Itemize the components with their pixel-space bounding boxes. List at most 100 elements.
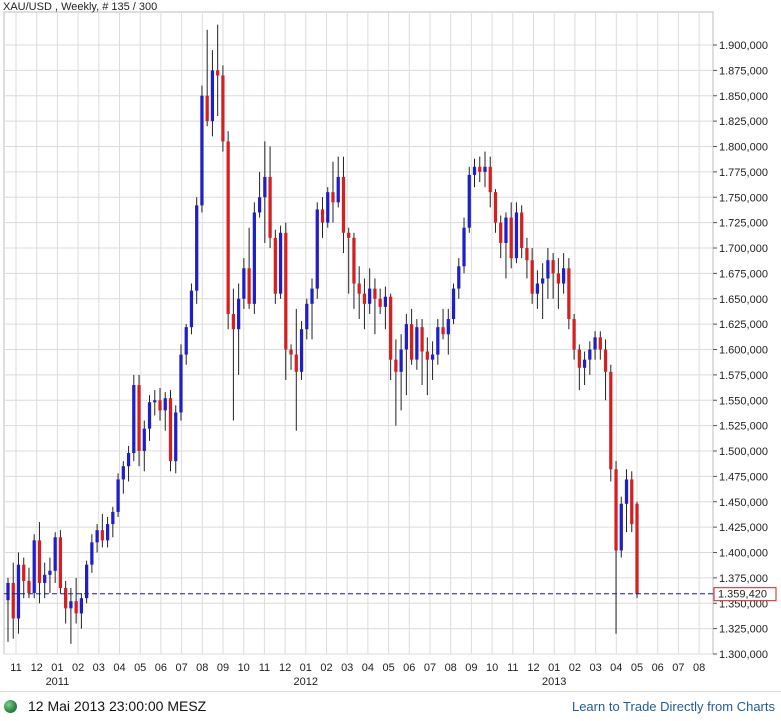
candle-body xyxy=(425,351,429,360)
plot-area xyxy=(3,11,714,655)
y-tick-label: 1.450,000 xyxy=(719,497,768,509)
y-tick-label: 1.800,000 xyxy=(719,142,768,154)
x-tick-label: 05 xyxy=(382,662,394,674)
x-tick-label: 07 xyxy=(672,662,684,674)
candle-body xyxy=(504,217,508,243)
candle-body xyxy=(535,283,540,294)
candle-body xyxy=(404,324,408,350)
candle-body xyxy=(378,298,382,307)
x-tick-label: 05 xyxy=(134,662,146,674)
candle-body xyxy=(441,327,445,335)
candle-body xyxy=(478,166,482,172)
candle-body xyxy=(362,293,367,304)
candle-body xyxy=(95,530,99,543)
candle-body xyxy=(467,174,471,228)
candle-body xyxy=(278,232,283,294)
x-tick-label: 11 xyxy=(507,662,518,674)
year-label: 2012 xyxy=(294,676,318,688)
candle-body xyxy=(635,503,639,594)
candle-body xyxy=(593,337,597,350)
candle-body xyxy=(603,349,608,372)
candle-body xyxy=(341,176,346,233)
candle-body xyxy=(556,273,560,284)
candle-body xyxy=(53,537,57,571)
candle-body xyxy=(210,70,215,122)
candle-body xyxy=(132,385,136,454)
x-tick-label: 01 xyxy=(300,662,312,674)
x-tick-label: 12 xyxy=(279,662,291,674)
x-axis: 11 12 01 02 03 04 05 06 07 08 09 10 11 12 01 02 03 04 05 06… xyxy=(10,662,705,688)
y-tick-label: 1.400,000 xyxy=(719,548,768,560)
price-chart[interactable]: XAU/USD , Weekly, # 135 / 300 1.300,000 1… xyxy=(0,0,781,691)
candle-body xyxy=(16,564,21,619)
x-tick-label: 11 xyxy=(10,662,21,674)
candle-body xyxy=(336,176,340,203)
candle-body xyxy=(588,349,592,360)
candle-body xyxy=(472,166,477,175)
candle-body xyxy=(582,359,587,368)
candle-body xyxy=(399,349,403,372)
candle-body xyxy=(257,197,262,213)
candle-body xyxy=(420,327,424,352)
x-tick-label: 04 xyxy=(113,662,125,674)
candle-body xyxy=(310,288,314,304)
candle-body xyxy=(226,141,230,314)
candle-body xyxy=(100,530,104,541)
candle-body xyxy=(331,192,335,203)
x-tick-label: 07 xyxy=(424,662,436,674)
candle-body xyxy=(90,542,94,565)
y-tick-label: 1.600,000 xyxy=(719,345,768,357)
candle-body xyxy=(315,209,319,289)
y-tick-label: 1.425,000 xyxy=(719,522,768,534)
candle-body xyxy=(567,268,571,320)
candle-body xyxy=(22,564,26,581)
candle-body xyxy=(58,537,63,589)
candle-body xyxy=(551,260,555,274)
x-tick-label: 09 xyxy=(465,662,477,674)
candle-body xyxy=(231,313,236,330)
x-tick-label: 01 xyxy=(51,662,63,674)
candle-body xyxy=(147,402,152,429)
candle-body xyxy=(415,327,419,360)
x-tick-label: 12 xyxy=(527,662,539,674)
candle-body xyxy=(168,398,173,462)
learn-to-trade-link[interactable]: Learn to Trade Directly from Charts xyxy=(572,699,775,714)
y-tick-label: 1.875,000 xyxy=(719,65,768,77)
candle-body xyxy=(446,319,450,335)
candle-body xyxy=(572,319,576,350)
candle-body xyxy=(462,227,466,267)
footer-bar: 12 Mai 2013 23:00:00 MESZ Learn to Trade… xyxy=(0,691,781,721)
candle-body xyxy=(137,385,141,451)
candle-body xyxy=(509,217,513,259)
candle-body xyxy=(37,540,42,583)
candle-body xyxy=(43,574,47,583)
candle-body xyxy=(153,400,157,403)
candle-body xyxy=(299,329,304,372)
candle-body xyxy=(11,582,15,619)
candle-body xyxy=(85,564,89,599)
y-tick-label: 1.575,000 xyxy=(719,370,768,382)
x-tick-label: 07 xyxy=(175,662,187,674)
candle-body xyxy=(221,75,225,142)
x-tick-label: 12 xyxy=(31,662,43,674)
x-tick-label: 04 xyxy=(610,662,622,674)
candle-body xyxy=(74,601,78,614)
candle-body xyxy=(268,176,272,238)
candle-body xyxy=(430,354,435,360)
candle-body xyxy=(69,601,73,609)
candle-body xyxy=(126,453,131,467)
candle-body xyxy=(237,298,241,330)
candle-body xyxy=(32,540,36,594)
candle-body xyxy=(326,192,330,223)
y-tick-label: 1.650,000 xyxy=(719,294,768,306)
candle-body xyxy=(242,268,246,299)
candle-body xyxy=(436,327,440,355)
candle-body xyxy=(520,212,524,248)
candle-body xyxy=(609,371,613,470)
candle-body xyxy=(252,212,256,304)
candle-body xyxy=(598,337,602,350)
x-tick-label: 01 xyxy=(548,662,560,674)
candle-body xyxy=(6,582,10,601)
candle-body xyxy=(409,324,414,360)
candle-body xyxy=(488,166,492,193)
